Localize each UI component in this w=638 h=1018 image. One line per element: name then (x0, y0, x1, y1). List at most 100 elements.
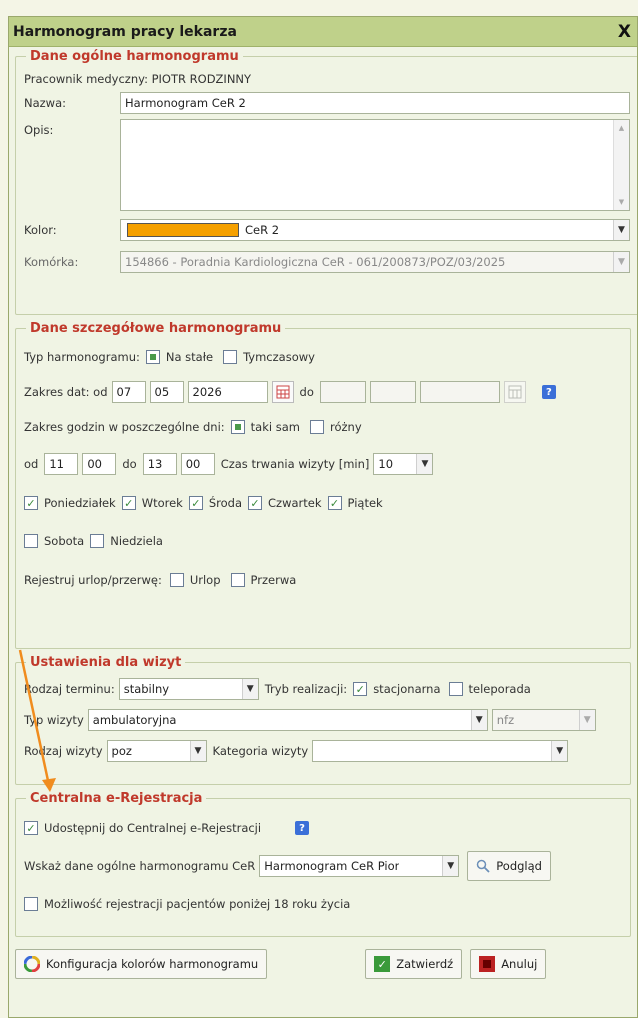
confirm-icon: ✓ (374, 956, 391, 972)
title-bar: Harmonogram pracy lekarza X (9, 17, 637, 47)
cancel-label: Anuluj (501, 957, 538, 971)
stationary-label: stacjonarna (373, 682, 441, 696)
to-hour-input[interactable]: 13 (142, 453, 177, 475)
stationary-checkbox[interactable]: ✓ (353, 682, 368, 696)
schedule-value: Harmonogram CeR Pior (264, 859, 400, 873)
general-legend: Dane ogólne harmonogramu (30, 49, 239, 64)
schedule-select[interactable]: Harmonogram CeR Pior ▼ (259, 855, 460, 877)
type-permanent-radio[interactable] (145, 350, 160, 364)
color-label: Kolor: (24, 223, 57, 237)
chevron-down-icon[interactable]: ▼ (470, 710, 487, 730)
help-icon[interactable]: ? (541, 385, 556, 399)
term-label: Rodzaj terminu: (24, 682, 115, 696)
sunday-checkbox[interactable] (90, 534, 105, 548)
date-to-month[interactable] (369, 381, 416, 403)
unit-value: 154866 - Poradnia Kardiologiczna CeR - 0… (125, 255, 506, 269)
color-swatch (127, 223, 239, 237)
unit-label: Komórka: (24, 255, 79, 269)
thursday-label: Czwartek (268, 496, 322, 510)
desc-scrollbar[interactable]: ▲ ▼ (613, 120, 629, 210)
footer-bar: Konfiguracja kolorów harmonogramu ✓ Zatw… (15, 947, 637, 981)
duration-select[interactable]: 10 ▼ (373, 453, 434, 475)
details-section: Dane szczegółowe harmonogramu Typ harmon… (15, 321, 631, 649)
minors-label: Możliwość rejestracji pacjentów poniżej … (44, 897, 351, 911)
chevron-down-icon[interactable]: ▼ (442, 856, 459, 876)
color-config-label: Konfiguracja kolorów harmonogramu (46, 957, 259, 971)
saturday-label: Sobota (44, 534, 85, 548)
nfz-value: nfz (496, 713, 515, 727)
chevron-down-icon: ▼ (613, 252, 629, 272)
break-checkbox[interactable] (230, 573, 245, 587)
date-to-year[interactable] (419, 381, 500, 403)
friday-label: Piątek (347, 496, 383, 510)
date-to-day[interactable] (319, 381, 366, 403)
color-value: CeR 2 (245, 223, 280, 237)
teleconsult-checkbox[interactable] (448, 682, 463, 696)
type-label: Typ harmonogramu: (24, 350, 140, 364)
confirm-button[interactable]: ✓ Zatwierdź (365, 949, 463, 979)
duration-value: 10 (378, 457, 394, 471)
kind-select[interactable]: poz ▼ (106, 740, 207, 762)
schedule-dialog: Harmonogram pracy lekarza X Dane ogólne … (8, 16, 638, 1018)
from-minute-input[interactable]: 00 (82, 453, 117, 475)
date-range-label: Zakres dat: od (24, 385, 108, 399)
central-section: Centralna e-Rejestracja ✓ Udostępnij do … (15, 791, 631, 937)
duration-label: Czas trwania wizyty [min] (220, 457, 370, 471)
share-checkbox[interactable]: ✓ (24, 821, 38, 835)
calendar-icon[interactable] (271, 381, 294, 403)
preview-button[interactable]: Podgląd (467, 851, 551, 881)
type-temporary-radio[interactable] (223, 350, 238, 364)
date-from-year[interactable]: 2026 (187, 381, 268, 403)
chevron-down-icon[interactable]: ▼ (416, 454, 433, 474)
monday-checkbox[interactable]: ✓ (24, 496, 38, 510)
calendar-icon[interactable] (503, 381, 526, 403)
type-temporary-label: Tymczasowy (243, 350, 315, 364)
thursday-checkbox[interactable]: ✓ (248, 496, 263, 510)
hours-label: Zakres godzin w poszczególne dni: (24, 420, 225, 434)
type-permanent-label: Na stałe (165, 350, 214, 364)
vacation-label: Urlop (189, 573, 221, 587)
details-legend: Dane szczegółowe harmonogramu (30, 321, 282, 336)
from-hour-input[interactable]: 11 (44, 453, 79, 475)
chevron-down-icon[interactable]: ▼ (189, 741, 206, 761)
hours-diff-radio[interactable] (309, 420, 324, 434)
share-label: Udostępnij do Centralnej e-Rejestracji (44, 821, 262, 835)
tuesday-checkbox[interactable]: ✓ (121, 496, 136, 510)
color-config-button[interactable]: Konfiguracja kolorów harmonogramu (15, 949, 268, 979)
chevron-down-icon[interactable]: ▼ (613, 220, 629, 240)
wednesday-checkbox[interactable]: ✓ (188, 496, 203, 510)
term-select[interactable]: stabilny ▼ (118, 678, 259, 700)
leave-label: Rejestruj urlop/przerwę: (24, 573, 162, 587)
desc-label: Opis: (24, 123, 54, 137)
chevron-down-icon[interactable]: ▼ (241, 679, 258, 699)
teleconsult-label: teleporada (468, 682, 531, 696)
vacation-checkbox[interactable] (169, 573, 184, 587)
date-from-day[interactable]: 07 (111, 381, 146, 403)
mode-label: Tryb realizacji: (264, 682, 348, 696)
minors-checkbox[interactable] (24, 897, 38, 911)
category-select[interactable]: ▼ (312, 740, 569, 762)
employee-label: Pracownik medyczny: PIOTR RODZINNY (24, 72, 252, 86)
chevron-down-icon[interactable]: ▼ (551, 741, 568, 761)
cancel-button[interactable]: Anuluj (470, 949, 547, 979)
to-minute-input[interactable]: 00 (180, 453, 215, 475)
date-from-month[interactable]: 05 (149, 381, 184, 403)
saturday-checkbox[interactable] (24, 534, 38, 548)
desc-textarea[interactable]: ▲ ▼ (120, 119, 630, 211)
chevron-down-icon: ▼ (578, 710, 595, 730)
visit-type-select[interactable]: ambulatoryjna ▼ (87, 709, 488, 731)
hours-same-radio[interactable] (230, 420, 245, 434)
help-icon[interactable]: ? (295, 821, 310, 835)
to-label: do (122, 457, 137, 471)
name-input[interactable]: Harmonogram CeR 2 (120, 92, 630, 114)
hours-same-label: taki sam (250, 420, 300, 434)
close-icon[interactable]: X (618, 22, 631, 42)
friday-checkbox[interactable]: ✓ (327, 496, 342, 510)
nfz-select: nfz ▼ (491, 709, 596, 731)
confirm-label: Zatwierdź (396, 957, 454, 971)
color-select[interactable]: CeR 2 ▼ (120, 219, 630, 241)
visit-type-label: Typ wizyty (24, 713, 84, 727)
cancel-icon (479, 956, 496, 972)
scroll-up-icon[interactable]: ▲ (619, 120, 624, 136)
scroll-down-icon[interactable]: ▼ (619, 194, 624, 210)
